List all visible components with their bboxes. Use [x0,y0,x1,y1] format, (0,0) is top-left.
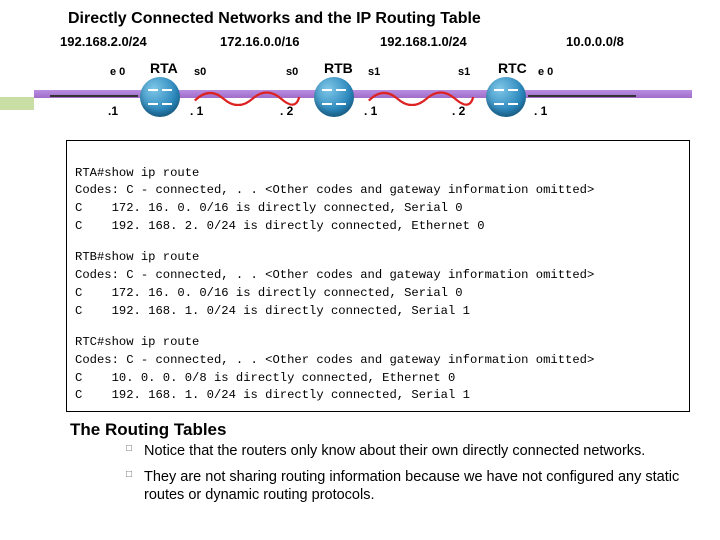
interface-label: e 0 [538,66,553,78]
router-name: RTC [498,60,527,76]
rta-block: RTA#show ip route Codes: C - connected, … [75,165,681,236]
router-name: RTB [324,60,353,76]
interface-label: s1 [368,66,380,78]
host-octet: . 1 [364,104,377,118]
page-title: Directly Connected Networks and the IP R… [68,10,692,28]
router-icon [486,77,526,117]
network-label: 192.168.1.0/24 [380,34,467,49]
code-line: C 192. 168. 1. 0/24 is directly connecte… [75,388,470,402]
interface-label: s1 [458,66,470,78]
code-line: Codes: C - connected, . . <Other codes a… [75,353,594,367]
network-label: 192.168.2.0/24 [60,34,147,49]
host-octet: . 1 [190,104,203,118]
router-icon [314,77,354,117]
code-line: C 192. 168. 1. 0/24 is directly connecte… [75,304,470,318]
rtb-block: RTB#show ip route Codes: C - connected, … [75,249,681,320]
router-name: RTA [150,60,178,76]
code-line: RTB#show ip route [75,250,199,264]
host-octet: .1 [108,104,118,118]
interface-label: s0 [194,66,206,78]
list-item: They are not sharing routing information… [126,468,692,504]
host-octet: . 1 [534,104,547,118]
network-diagram: 192.168.2.0/24 172.16.0.0/16 192.168.1.0… [68,34,692,134]
code-line: Codes: C - connected, . . <Other codes a… [75,183,594,197]
host-octet: . 2 [452,104,465,118]
ethernet-link [50,95,138,97]
interface-label: s0 [286,66,298,78]
list-item: Notice that the routers only know about … [126,442,692,460]
interface-label: e 0 [110,66,125,78]
code-line: C 172. 16. 0. 0/16 is directly connected… [75,286,463,300]
bullet-list: Notice that the routers only know about … [86,442,692,504]
ethernet-link [528,95,636,97]
code-line: RTA#show ip route [75,166,199,180]
code-line: C 10. 0. 0. 0/8 is directly connected, E… [75,371,455,385]
network-label: 172.16.0.0/16 [220,34,300,49]
section-heading: The Routing Tables [70,420,692,440]
routing-table-output: RTA#show ip route Codes: C - connected, … [66,140,690,412]
code-line: C 172. 16. 0. 0/16 is directly connected… [75,201,463,215]
network-label: 10.0.0.0/8 [566,34,624,49]
router-icon [140,77,180,117]
decorative-corner [0,97,34,110]
code-line: C 192. 168. 2. 0/24 is directly connecte… [75,219,485,233]
code-line: RTC#show ip route [75,335,199,349]
serial-link [356,88,486,106]
code-line: Codes: C - connected, . . <Other codes a… [75,268,594,282]
host-octet: . 2 [280,104,293,118]
rtc-block: RTC#show ip route Codes: C - connected, … [75,334,681,405]
